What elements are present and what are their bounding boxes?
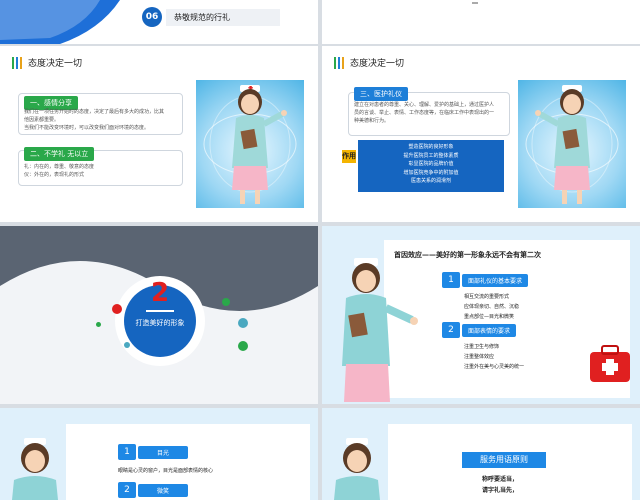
function-list: 塑造医院的良好形象 提升医院员工的整体素质 彰显医院的品牌价值 增加医院竞争中的…	[358, 140, 504, 192]
nurse-illustration	[334, 438, 380, 500]
section-divider-background	[0, 226, 318, 366]
slide-thumbnail-1[interactable]: 06 恭敬规范的行礼	[0, 0, 318, 44]
section-label-1: 目光	[138, 446, 188, 459]
nurse-photo	[518, 80, 626, 208]
nurse-illustration	[342, 258, 418, 402]
slide-thumbnail-2[interactable]	[322, 0, 640, 44]
slide-header-text: 态度决定一切	[350, 59, 405, 69]
slide-thumbnail-grid: 06 恭敬规范的行礼 态度决定一切 一、感情分享 我们在一项任务开始时的态度，决…	[0, 0, 640, 500]
section-number: 2	[150, 278, 170, 308]
slide-header-text: 态度决定一切	[28, 59, 83, 69]
header-bars-icon	[12, 56, 22, 69]
principle-lines: 称呼要适当， 请字礼当先，	[482, 476, 519, 494]
nurse-illustration	[203, 85, 297, 204]
section-items-1: 相互交流的重要形式 应体现亲切、自然、沉稳 重点部位—目光和微笑	[464, 294, 520, 320]
decor-dot	[238, 318, 248, 328]
decor-dot	[238, 341, 248, 351]
slide-header: 态度决定一切	[12, 56, 82, 69]
section-label-2: 面部表情的要求	[462, 324, 517, 337]
section-number-2: 2	[118, 482, 136, 498]
small-mark	[472, 2, 478, 4]
section-number-1: 1	[442, 272, 460, 288]
slide-header: 态度决定一切	[334, 56, 404, 69]
decor-dot	[124, 342, 130, 348]
section-items-2: 注重卫生与修饰 注重整体效应 注重外在美与心灵美的统一	[464, 344, 525, 370]
section-label-2: 微笑	[138, 484, 188, 497]
section-label-1: 面部礼仪的基本要求	[462, 274, 529, 287]
item-number-badge: 06	[142, 7, 162, 27]
section-text-2: 礼：内在的，尊重、敬意的态度 仪：外在的，表现礼的形式	[24, 164, 95, 178]
section-number-1: 1	[118, 444, 136, 460]
content-panel	[66, 424, 310, 500]
slide-title-bar: 服务用语原则	[462, 452, 546, 468]
slide-thumbnail-7[interactable]: 1 目光 眼睛是心灵的窗户，目光是面部表情的核心 2 微笑	[0, 408, 318, 500]
slide-thumbnail-4[interactable]: 态度决定一切 三、医护礼仪 建立在对患者的尊重、关心、理解、爱护的基础上，通过医…	[322, 46, 640, 222]
blue-swoosh-decoration	[0, 0, 120, 44]
slide-thumbnail-5[interactable]: 2 打造美好的形象	[0, 226, 318, 404]
section-text-1: 眼睛是心灵的窗户，目光是面部表情的核心	[118, 468, 214, 474]
section-text: 建立在对患者的尊重、关心、理解、爱护的基础上，通过医护人 员的言谈、举止、表情、…	[354, 102, 495, 124]
slide-thumbnail-3[interactable]: 态度决定一切 一、感情分享 我们在一项任务开始时的态度，决定了最后有多大的成功，…	[0, 46, 318, 222]
nurse-photo	[196, 80, 304, 208]
first-aid-kit-icon	[590, 345, 630, 382]
decor-dot	[96, 322, 101, 327]
slide-thumbnail-8[interactable]: 服务用语原则 称呼要适当， 请字礼当先，	[322, 408, 640, 500]
section-text-1: 我们在一项任务开始时的态度，决定了最后有多大的成功，比其 他因素都重要。 当我们…	[24, 109, 165, 131]
nurse-illustration	[525, 85, 619, 204]
decor-dot	[222, 298, 230, 306]
slide-thumbnail-6[interactable]: 首因效应——美好的第一形象永远不会有第二次 1 面部礼仪的基本要求 相互交流的重…	[322, 226, 640, 404]
use-label: 作用	[342, 150, 356, 163]
section-number-2: 2	[442, 322, 460, 338]
header-bars-icon	[334, 56, 344, 69]
section-title: 打造美好的形象	[135, 319, 185, 327]
nurse-illustration	[12, 438, 58, 500]
decor-dot	[112, 304, 122, 314]
section-underline	[146, 310, 174, 312]
section-tag: 三、医护礼仪	[354, 87, 408, 101]
section-tag-2: 二、不学礼 无以立	[24, 147, 95, 161]
item-text-bar: 恭敬规范的行礼	[166, 9, 280, 26]
